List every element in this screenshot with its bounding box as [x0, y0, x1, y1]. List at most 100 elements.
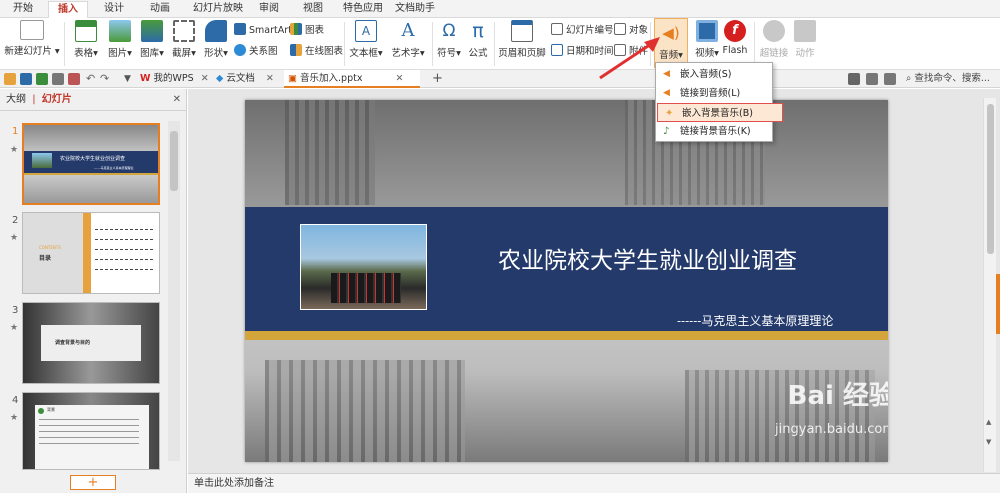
ribbon: 新建幻灯片 ▾ 表格▾ 图片▾ 图库▾ 截屏▾ 形状▾ SmartArt 图表 … [0, 18, 1000, 70]
tools-icon[interactable] [866, 73, 878, 85]
textbox-button[interactable]: A 文本框▾ [348, 20, 384, 59]
picture-button[interactable]: 图片▾ [104, 20, 136, 59]
table-button[interactable]: 表格▾ [70, 20, 102, 59]
close-icon[interactable]: ✕ [395, 73, 403, 84]
chart-button[interactable]: 图表 [290, 23, 324, 39]
tab-outline[interactable]: 大纲 [6, 94, 26, 105]
preview-icon[interactable] [68, 73, 80, 85]
tab-special[interactable]: 特色应用 [338, 1, 388, 18]
menu-item-embed-audio[interactable]: ◀ 嵌入音频(S) [656, 65, 772, 84]
notes-area[interactable]: 单击此处添加备注 [188, 473, 1000, 493]
smartart-button[interactable]: SmartArt [234, 23, 292, 39]
animation-star-icon: ★ [10, 233, 19, 243]
tab-doc-assistant[interactable]: 文档助手 [390, 1, 440, 18]
slide-thumb-4[interactable]: 背景 [22, 392, 160, 470]
redo-icon[interactable]: ↷ [100, 73, 112, 85]
slide-canvas[interactable]: 农业院校大学生就业创业调查 ------马克思主义基本原理理论 Bai 经验 j… [245, 100, 888, 462]
chart-icon [290, 23, 302, 35]
speaker-link-icon: ◀ [663, 88, 670, 98]
slide-number: 3 [12, 305, 19, 316]
picture-icon [109, 20, 131, 42]
new-slide-icon [20, 20, 44, 40]
tab-cloud-docs[interactable]: ◆ 云文档 ✕ [212, 70, 282, 88]
search-command[interactable]: ⌕ 查找命令、搜索... [902, 70, 1000, 88]
page-down-icon[interactable]: ▼ [986, 438, 991, 446]
new-slide-button[interactable]: 新建幻灯片 ▾ [4, 20, 60, 57]
tab-review[interactable]: 审阅 [254, 1, 284, 18]
header-footer-button[interactable]: 页眉和页脚 [498, 20, 546, 59]
share-icon[interactable] [848, 73, 860, 85]
tab-current-file[interactable]: ▣ 音乐加入.pptx ✕ [284, 70, 420, 88]
flash-button[interactable]: f Flash [720, 20, 750, 56]
film-icon [696, 20, 718, 42]
formula-button[interactable]: π 公式 [466, 20, 490, 59]
menu-item-embed-bg-music[interactable]: ✦ 嵌入背景音乐(B) [657, 103, 783, 122]
video-button[interactable]: 视频▾ [690, 20, 724, 59]
close-icon[interactable]: ✕ [201, 73, 209, 84]
screenshot-button[interactable]: 截屏▾ [168, 20, 200, 59]
close-pane-icon[interactable]: ✕ [173, 89, 181, 111]
shape-icon [205, 20, 227, 42]
animation-star-icon: ★ [10, 145, 19, 155]
tab-slides[interactable]: 幻灯片 [42, 94, 72, 105]
export-icon[interactable] [36, 73, 48, 85]
menu-item-link-bg-music[interactable]: ♪ 链接背景音乐(K) [656, 122, 772, 141]
shape-button[interactable]: 形状▾ [200, 20, 232, 59]
symbol-button[interactable]: Ω 符号▾ [434, 20, 464, 59]
slide-thumbnail-pane: 大纲 | 幻灯片 ✕ 1 ★ 农业院校大学生就业创业调查 ------马克思主义… [0, 89, 187, 493]
scroll-thumb[interactable] [987, 104, 994, 254]
save-icon[interactable] [20, 73, 32, 85]
add-slide-button[interactable]: + [70, 475, 116, 490]
slide-thumb-3[interactable]: 调查背景与目的 [22, 302, 160, 384]
group-photo[interactable] [300, 224, 427, 310]
scroll-thumb[interactable] [170, 131, 178, 191]
gallery-button[interactable]: 图库▾ [136, 20, 168, 59]
wordart-icon: A [401, 20, 415, 41]
slide-subtitle[interactable]: ------马克思主义基本原理理论 [677, 312, 877, 329]
gold-bar [245, 331, 888, 340]
pi-icon: π [472, 20, 484, 42]
scissors-icon [173, 20, 195, 42]
tab-design[interactable]: 设计 [96, 1, 132, 18]
more-dropdown-icon[interactable]: ▼ [124, 73, 136, 85]
smartart-icon [234, 23, 246, 35]
slide-title[interactable]: 农业院校大学生就业创业调查 [498, 241, 878, 275]
close-icon[interactable]: ✕ [266, 73, 274, 84]
arrow-shaft [599, 40, 655, 80]
tab-animation[interactable]: 动画 [142, 1, 178, 18]
hyperlink-button[interactable]: 超链接 [758, 20, 790, 59]
search-icon: ⌕ [906, 73, 912, 84]
open-folder-icon[interactable] [4, 73, 16, 85]
slide-thumb-1[interactable]: 农业院校大学生就业创业调查 ------马克思主义基本原理理论 [22, 123, 160, 205]
wordart-button[interactable]: A 艺术字▾ [388, 20, 428, 59]
relation-chart-button[interactable]: 关系图 [234, 44, 278, 60]
settings-icon[interactable] [884, 73, 896, 85]
menu-bar: 开始 插入 设计 动画 幻灯片放映 审阅 视图 特色应用 文档助手 [0, 0, 1000, 18]
slide-number: 4 [12, 395, 19, 406]
action-button[interactable]: 动作 [792, 20, 818, 59]
slide-thumb-2[interactable]: CONTENTS 目录 [22, 212, 160, 294]
side-panel-handle[interactable] [996, 274, 1000, 334]
new-tab-icon[interactable]: + [432, 72, 444, 85]
tab-view[interactable]: 视图 [298, 1, 328, 18]
cloud-icon: ◆ [216, 73, 224, 84]
textbox-icon: A [355, 20, 377, 42]
building-bg [285, 100, 375, 205]
tab-home[interactable]: 开始 [6, 1, 40, 18]
animation-star-icon: ★ [10, 413, 19, 423]
building-bg [265, 360, 465, 462]
slide-scrollbar[interactable]: ▲ ▼ [983, 98, 996, 472]
tab-slideshow[interactable]: 幻灯片放映 [188, 1, 248, 18]
slide-number: 1 [12, 126, 19, 137]
thumb-scrollbar[interactable] [168, 121, 180, 461]
tab-insert[interactable]: 插入 [48, 1, 88, 18]
online-chart-button[interactable]: 在线图表 [290, 44, 343, 60]
table-icon [75, 20, 97, 42]
menu-item-link-audio[interactable]: ◀ 链接到音频(L) [656, 84, 772, 103]
document-tab-bar: ↶ ↷ ▼ W 我的WPS ✕ ◆ 云文档 ✕ ▣ 音乐加入.pptx ✕ + … [0, 70, 1000, 88]
undo-icon[interactable]: ↶ [86, 73, 98, 85]
print-icon[interactable] [52, 73, 64, 85]
page-up-icon[interactable]: ▲ [986, 418, 991, 426]
tab-my-wps[interactable]: W 我的WPS ✕ [136, 70, 212, 88]
header-footer-icon [511, 20, 533, 42]
